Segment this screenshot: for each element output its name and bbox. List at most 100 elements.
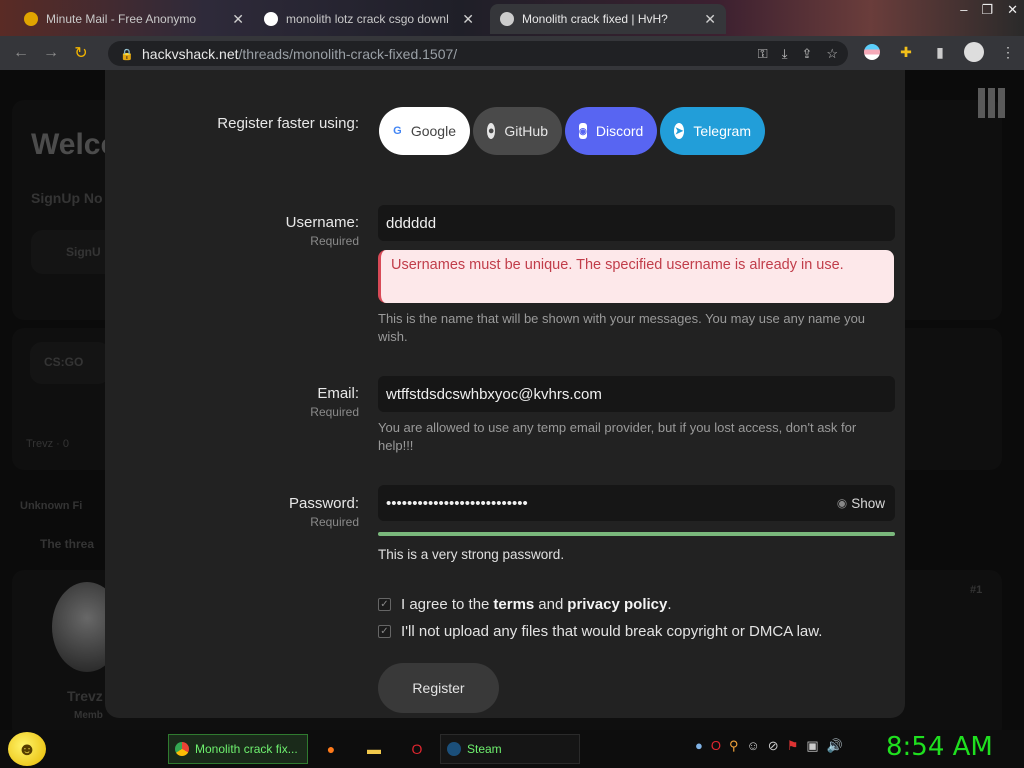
agree-prefix: I agree to the (401, 596, 490, 613)
forward-arrow-icon[interactable]: → (36, 44, 66, 62)
key-icon[interactable]: ⚿ (758, 46, 768, 62)
web-page: Welco SignUp No SignU CS:GO Trevz · 0 Un… (0, 70, 1024, 730)
show-label: Show (851, 495, 885, 511)
clock: 8:54 AM (886, 732, 993, 762)
folder-icon[interactable]: ▬ (363, 738, 385, 760)
password-value: ••••••••••••••••••••••••••• (386, 494, 528, 512)
url-text: hackvshack.net/threads/monolith-crack-fi… (142, 46, 457, 62)
username-help-text: This is the name that will be shown with… (378, 311, 866, 344)
google-label: Google (410, 123, 456, 139)
start-button[interactable]: ☻ (8, 732, 46, 766)
register-modal: Register faster using: G Google ● GitHub… (105, 70, 905, 718)
steam-icon (447, 742, 461, 756)
avatar[interactable] (964, 42, 984, 62)
tab-title: Minute Mail - Free Anonymo (46, 12, 197, 26)
steam-task-label: Steam (467, 742, 502, 756)
password-field[interactable]: ••••••••••••••••••••••••••• ◉ Show (378, 485, 895, 521)
agree-copyright-checkbox[interactable]: ✓ (378, 625, 391, 638)
maximize-button[interactable]: ❐ (981, 2, 993, 18)
system-tray: ● O ⚲ ☺ ⊘ ⚑ ▣ 🔊 (695, 738, 843, 754)
menu-dots-icon[interactable]: ⋮ (998, 42, 1018, 62)
display-tray-icon[interactable]: ▣ (806, 738, 818, 754)
flag-tray-icon[interactable]: ⚑ (787, 738, 799, 754)
agree-terms-checkbox[interactable]: ✓ (378, 598, 391, 611)
email-value: wtffstdsdcswhbxyoc@kvhrs.com (386, 385, 602, 403)
browser-toolbar: ← → ↻ 🔒 hackvshack.net/threads/monolith-… (0, 36, 1024, 70)
chrome-task-label: Monolith crack fix... (195, 742, 298, 756)
close-window-button[interactable]: ✕ (1007, 2, 1018, 18)
tab-google-search[interactable]: monolith lotz crack csgo downl ✕ (254, 4, 484, 34)
tab-title: monolith lotz crack csgo downl (286, 12, 449, 26)
email-label: Email: (317, 385, 359, 402)
opera-tray-icon[interactable]: O (711, 738, 721, 754)
username-value: dddddd (386, 214, 437, 232)
telegram-login-button[interactable]: ➤ Telegram (660, 107, 765, 155)
privacy-policy-link[interactable]: privacy policy (567, 596, 667, 613)
close-icon[interactable]: ✕ (462, 11, 474, 28)
lock-icon: 🔒 (120, 48, 134, 61)
reload-icon[interactable]: ↻ (66, 43, 96, 63)
url-path: /threads/monolith-crack-fixed.1507/ (238, 45, 458, 62)
share-icon[interactable]: ⇪ (801, 46, 812, 62)
password-required: Required (310, 515, 359, 529)
social-label: Register faster using: (217, 115, 359, 132)
telegram-icon: ➤ (674, 123, 685, 139)
email-field[interactable]: wtffstdsdcswhbxyoc@kvhrs.com (378, 376, 895, 412)
window-controls: – ❐ ✕ (960, 2, 1018, 18)
username-input[interactable]: dddddd (378, 205, 895, 241)
telegram-label: Telegram (693, 123, 751, 139)
side-panel-icon[interactable]: ▮ (930, 42, 950, 62)
username-label: Username: (285, 214, 359, 231)
email-required: Required (310, 405, 359, 419)
username-error-message: Usernames must be unique. The specified … (378, 250, 894, 303)
url-host: hackvshack.net (142, 45, 239, 62)
username-required: Required (310, 234, 359, 248)
close-icon[interactable]: ✕ (232, 11, 244, 28)
close-icon[interactable]: ✕ (704, 11, 716, 28)
register-button[interactable]: Register (378, 663, 499, 713)
install-icon[interactable]: ⤓ (782, 46, 788, 62)
network-off-icon[interactable]: ⊘ (768, 738, 779, 754)
volume-icon[interactable]: 🔊 (827, 738, 843, 754)
discord-icon: ◉ (579, 123, 587, 139)
back-arrow-icon[interactable]: ← (6, 44, 36, 62)
agree-copyright-row[interactable]: ✓ I'll not upload any files that would b… (378, 623, 822, 640)
steam-tray-icon[interactable]: ● (695, 738, 703, 754)
chrome-icon (175, 742, 189, 756)
google-icon: G (393, 125, 402, 137)
password-strength-meter (378, 532, 895, 536)
site-favicon-icon (500, 12, 514, 26)
taskbar-steam-window[interactable]: Steam (440, 734, 580, 764)
discord-login-button[interactable]: ◉ Discord (565, 107, 657, 155)
taskbar-chrome-window[interactable]: Monolith crack fix... (168, 734, 308, 764)
puzzle-icon[interactable]: ✚ (896, 42, 916, 62)
github-label: GitHub (504, 123, 548, 139)
tab-monolith-thread[interactable]: Monolith crack fixed | HvH? ✕ (490, 4, 726, 34)
chat-tray-icon[interactable]: ☺ (747, 738, 760, 754)
extensions-area: ✚ ▮ ⋮ (862, 42, 1018, 62)
password-strength-text: This is a very strong password. (378, 547, 565, 562)
firefox-icon[interactable]: ● (320, 738, 342, 760)
bookmark-star-icon[interactable]: ☆ (826, 46, 838, 62)
show-password-toggle[interactable]: ◉ Show (837, 485, 885, 521)
opera-icon[interactable]: O (406, 738, 428, 760)
minute-mail-favicon-icon (24, 12, 38, 26)
agree-suffix: . (667, 596, 672, 613)
eye-icon: ◉ (836, 496, 848, 510)
agree-terms-row[interactable]: ✓ I agree to the terms and privacy polic… (378, 596, 672, 613)
tab-minute-mail[interactable]: Minute Mail - Free Anonymo ✕ (14, 4, 254, 34)
flag-extension-icon[interactable] (862, 42, 882, 62)
github-login-button[interactable]: ● GitHub (473, 107, 562, 155)
terms-link[interactable]: terms (493, 596, 534, 613)
search-tray-icon[interactable]: ⚲ (729, 738, 739, 754)
tab-title: Monolith crack fixed | HvH? (522, 12, 668, 26)
google-login-button[interactable]: G Google (379, 107, 470, 155)
browser-tab-bar: Minute Mail - Free Anonymo ✕ monolith lo… (0, 0, 1024, 36)
discord-label: Discord (595, 123, 644, 139)
scrollbar-icon[interactable] (978, 88, 1006, 120)
google-favicon-icon (264, 12, 278, 26)
minimize-button[interactable]: – (960, 2, 967, 18)
email-help-text: You are allowed to use any temp email pr… (378, 420, 857, 453)
address-bar[interactable]: 🔒 hackvshack.net/threads/monolith-crack-… (108, 41, 848, 66)
agree-copyright-label: I'll not upload any files that would bre… (401, 623, 823, 640)
